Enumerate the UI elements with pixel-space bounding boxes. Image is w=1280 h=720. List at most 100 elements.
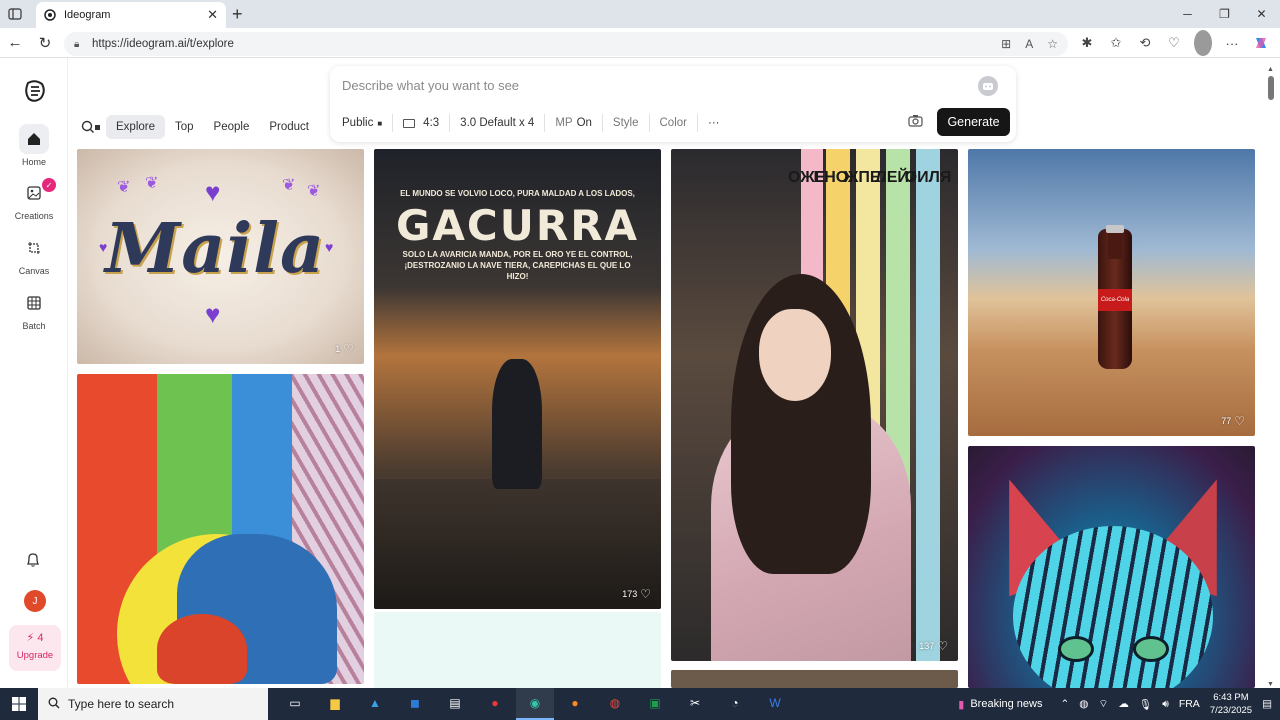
explore-filters: Explore Top People Product: [80, 115, 319, 139]
windows-start-icon[interactable]: [0, 688, 38, 720]
url-text: https://ideogram.ai/t/explore: [92, 38, 234, 50]
task-view-icon[interactable]: ▭: [276, 688, 314, 720]
like-counter[interactable]: 1 ♡: [335, 342, 354, 356]
close-tab-icon[interactable]: ✕: [207, 7, 218, 23]
browser-tab-bar: Ideogram ✕ + ─ ❐ ✕: [0, 0, 1280, 28]
store-icon[interactable]: ▤: [436, 688, 474, 720]
scroll-up-icon[interactable]: ▲: [1267, 66, 1274, 73]
prompt-input[interactable]: Describe what you want to see: [342, 78, 519, 93]
generate-button[interactable]: Generate: [937, 108, 1010, 136]
ideogram-logo-icon[interactable]: [22, 78, 48, 104]
azure-icon[interactable]: ▲: [356, 688, 394, 720]
figure-silhouette: [492, 359, 542, 489]
word-icon[interactable]: W: [756, 688, 794, 720]
excel-icon[interactable]: ▣: [636, 688, 674, 720]
like-counter[interactable]: 173 ♡: [622, 587, 651, 601]
more-menu-icon[interactable]: ···: [1223, 30, 1241, 56]
app-available-icon[interactable]: ⊞: [1001, 37, 1011, 51]
gallery-image-partial[interactable]: [671, 670, 958, 688]
copilot-icon[interactable]: [1252, 30, 1270, 56]
network-icon[interactable]: ⌔: [1098, 697, 1108, 711]
like-counter[interactable]: 137 ♡: [919, 639, 948, 653]
url-field[interactable]: 🔒︎ https://ideogram.ai/t/explore ⊞ A ☆: [64, 32, 1068, 56]
more-options-button[interactable]: ···: [698, 114, 730, 132]
capcut-icon[interactable]: ✂: [676, 688, 714, 720]
upgrade-count: 4: [37, 632, 44, 644]
scrollbar-thumb[interactable]: [1268, 76, 1274, 100]
butterfly-icon: ❦: [145, 175, 159, 192]
color-dropdown[interactable]: Color: [650, 114, 698, 132]
window-controls: ─ ❐ ✕: [1169, 0, 1280, 28]
gallery-image-kimono[interactable]: ОЖЕЕ ЕНОЖ ЖПЕА ЛЕЙА ОИЛЯ 137 ♡: [671, 149, 958, 661]
obs-icon[interactable]: ◔: [716, 688, 754, 720]
sidebar-item-canvas[interactable]: Canvas: [0, 233, 68, 276]
vivaldi-icon[interactable]: ●: [476, 688, 514, 720]
read-aloud-icon[interactable]: A: [1025, 37, 1033, 51]
outlook-icon[interactable]: ◼: [396, 688, 434, 720]
model-dropdown[interactable]: 3.0 Default x 4: [450, 114, 546, 132]
tray-chevron-icon[interactable]: ⌃: [1060, 698, 1069, 710]
history-icon[interactable]: ⟲: [1136, 30, 1154, 56]
clock-time: 6:43 PM: [1213, 692, 1249, 703]
taskbar-search[interactable]: Type here to search: [38, 688, 268, 720]
gallery-image-maila[interactable]: ❦ ❦ ❦ ❦ ♥ ♥ ♥ ♥ Maila 1 ♡: [77, 149, 364, 364]
tab-product[interactable]: Product: [259, 115, 319, 139]
microphone-icon[interactable]: 🎙︎: [1139, 698, 1152, 711]
visibility-dropdown[interactable]: Public ■: [342, 114, 394, 132]
style-dropdown[interactable]: Style: [603, 114, 650, 132]
chrome-icon[interactable]: ◍: [596, 688, 634, 720]
firefox-icon[interactable]: ●: [556, 688, 594, 720]
scroll-down-icon[interactable]: ▼: [1267, 681, 1274, 688]
magic-prompt-toggle[interactable]: MP On: [545, 114, 603, 132]
gallery-image-cat[interactable]: [968, 446, 1255, 688]
restore-icon[interactable]: ❐: [1206, 0, 1243, 28]
news-widget[interactable]: ▮ Breaking news: [958, 698, 1042, 711]
notification-badge: ✓: [42, 178, 56, 192]
refresh-icon[interactable]: ↻: [30, 28, 60, 58]
chrome-tray-icon[interactable]: ◍: [1079, 698, 1088, 710]
minimize-icon[interactable]: ─: [1169, 0, 1206, 28]
upgrade-button[interactable]: ⚡ 4 Upgrade: [9, 625, 61, 671]
magic-prompt-icon[interactable]: [978, 76, 998, 96]
edge-icon[interactable]: ◉: [516, 688, 554, 720]
sidebar-item-label: Batch: [22, 321, 46, 331]
back-icon[interactable]: ←: [0, 28, 30, 58]
language-indicator[interactable]: FRA: [1179, 698, 1200, 710]
browser-tab[interactable]: Ideogram ✕: [36, 2, 226, 28]
like-count: 137: [919, 641, 935, 651]
notifications-icon[interactable]: ▤: [1262, 698, 1272, 710]
tab-actions-icon[interactable]: [0, 0, 30, 28]
search-icon[interactable]: [80, 116, 102, 138]
cloud-icon[interactable]: ☁: [1118, 698, 1129, 710]
file-explorer-icon[interactable]: ▆: [316, 688, 354, 720]
favorites-icon[interactable]: ✩: [1107, 30, 1125, 56]
clock[interactable]: 6:43 PM 7/23/2025: [1210, 691, 1252, 717]
prompt-panel: Describe what you want to see Public ■ 4:…: [330, 66, 1016, 142]
gallery-image-gacurra[interactable]: EL MUNDO SE VOLVIO LOCO, PURA MALDAD A L…: [374, 149, 661, 609]
camera-upload-icon[interactable]: [908, 114, 923, 130]
sidebar-item-batch[interactable]: Batch: [0, 288, 68, 331]
sidebar-item-creations[interactable]: ✓ Creations: [0, 178, 68, 221]
volume-icon[interactable]: 🔊︎: [1162, 698, 1169, 711]
profile-icon[interactable]: [1194, 30, 1212, 56]
aspect-ratio-dropdown[interactable]: 4:3: [393, 114, 451, 132]
extensions-icon[interactable]: ✱: [1078, 30, 1096, 56]
mp-value: On: [576, 117, 592, 129]
gallery-image-comic[interactable]: [77, 374, 364, 684]
tab-top[interactable]: Top: [165, 115, 204, 139]
page-scrollbar[interactable]: ▲ ▼: [1266, 66, 1278, 688]
tab-people[interactable]: People: [204, 115, 260, 139]
like-counter[interactable]: 77 ♡: [1221, 414, 1245, 428]
sidebar-item-home[interactable]: Home: [0, 124, 68, 167]
gallery-image-placeholder[interactable]: [374, 612, 661, 688]
lock-icon[interactable]: 🔒︎: [74, 39, 86, 50]
tab-explore[interactable]: Explore: [106, 115, 165, 139]
bell-icon[interactable]: [26, 552, 40, 571]
avatar[interactable]: J: [24, 590, 46, 612]
gallery-image-cola[interactable]: Coca-Cola 77 ♡: [968, 149, 1255, 436]
favorite-star-icon[interactable]: ☆: [1047, 37, 1058, 51]
tab-title: Ideogram: [64, 9, 111, 21]
performance-icon[interactable]: ♡: [1165, 30, 1183, 56]
close-window-icon[interactable]: ✕: [1243, 0, 1280, 28]
new-tab-button[interactable]: +: [232, 4, 243, 25]
